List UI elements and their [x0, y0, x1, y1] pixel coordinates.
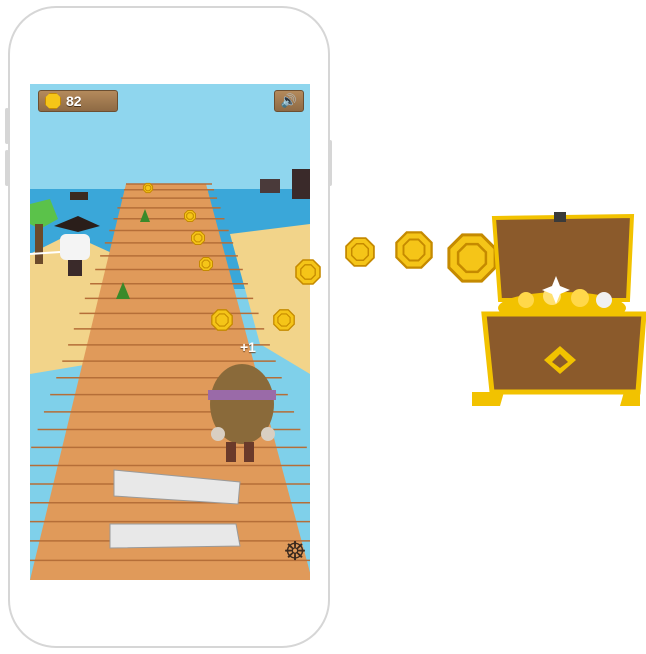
- coin: [447, 233, 497, 283]
- coin: [395, 231, 433, 269]
- coin-flight-illustration: [295, 212, 646, 406]
- coin: [345, 237, 375, 267]
- coin: [295, 259, 321, 285]
- treasure-chest: [472, 212, 646, 406]
